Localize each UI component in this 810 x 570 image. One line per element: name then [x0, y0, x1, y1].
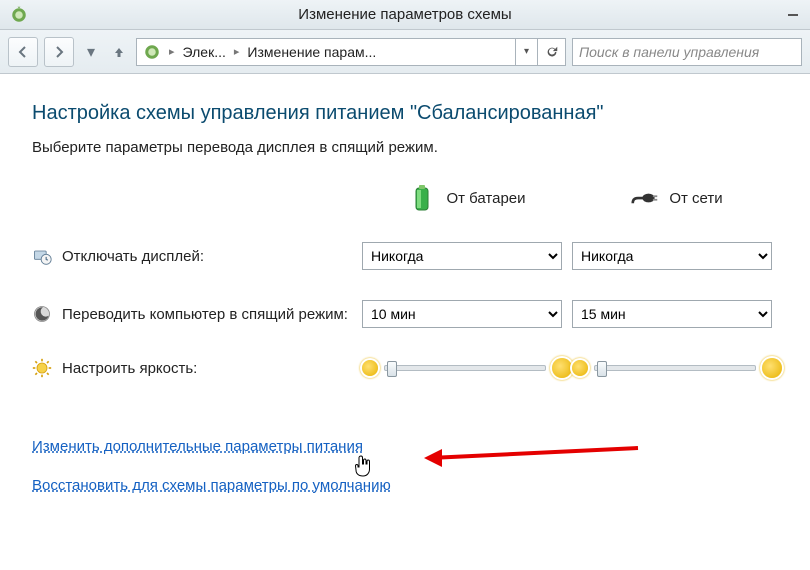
row-brightness-label: Настроить яркость:	[62, 360, 197, 377]
monitor-clock-icon	[32, 246, 52, 266]
power-options-small-icon	[143, 43, 161, 61]
page-title: Настройка схемы управления питанием "Сба…	[32, 102, 778, 125]
search-input[interactable]: Поиск в панели управления	[572, 38, 802, 66]
battery-icon	[408, 184, 436, 212]
forward-button[interactable]	[44, 37, 74, 67]
row-display-off-label: Отключать дисплей:	[62, 248, 204, 265]
row-sleep: Переводить компьютер в спящий режим:	[32, 304, 362, 324]
breadcrumb-seg-2[interactable]: Изменение парам...	[247, 44, 376, 60]
sleep-battery-select[interactable]: 10 мин	[362, 300, 562, 328]
plug-icon	[631, 184, 659, 212]
display-off-plugged-select[interactable]: Никогда	[572, 242, 772, 270]
link-restore-defaults[interactable]: Восстановить для схемы параметры по умол…	[32, 477, 778, 494]
column-header-plugged: От сети	[572, 184, 782, 212]
row-brightness: Настроить яркость:	[32, 358, 362, 378]
address-history-dropdown[interactable]: ▾	[516, 38, 538, 66]
titlebar: Изменение параметров схемы	[0, 0, 810, 30]
moon-icon	[32, 304, 52, 324]
row-display-off: Отключать дисплей:	[32, 246, 362, 266]
recent-dropdown[interactable]: ▾	[80, 39, 102, 65]
col-plugged-label: От сети	[669, 190, 722, 207]
breadcrumb-seg-1[interactable]: Элек...	[183, 44, 226, 60]
breadcrumb-arrow-icon: ▸	[169, 45, 175, 58]
row-sleep-label: Переводить компьютер в спящий режим:	[62, 306, 348, 323]
refresh-button[interactable]	[538, 38, 566, 66]
search-placeholder: Поиск в панели управления	[579, 44, 759, 60]
link-advanced-settings[interactable]: Изменить дополнительные параметры питани…	[32, 438, 778, 455]
brightness-min-icon	[362, 360, 378, 376]
column-header-battery: От батареи	[362, 184, 572, 212]
display-off-battery-select[interactable]: Никогда	[362, 242, 562, 270]
minimize-button[interactable]	[776, 0, 810, 22]
up-button[interactable]	[108, 39, 130, 65]
breadcrumb-arrow-icon: ▸	[234, 45, 240, 58]
nav-toolbar: ▾ ▸ Элек... ▸ Изменение парам... ▾ Поиск…	[0, 30, 810, 74]
brightness-battery-slider[interactable]	[384, 365, 546, 371]
brightness-max-icon	[552, 358, 572, 378]
brightness-max-icon	[762, 358, 782, 378]
content-area: Настройка схемы управления питанием "Сба…	[0, 74, 810, 494]
instruction-text: Выберите параметры перевода дисплея в сп…	[32, 139, 778, 156]
power-options-icon	[10, 6, 28, 24]
sleep-plugged-select[interactable]: 15 мин	[572, 300, 772, 328]
brightness-plugged-slider[interactable]	[594, 365, 756, 371]
address-bar[interactable]: ▸ Элек... ▸ Изменение парам...	[136, 38, 516, 66]
col-battery-label: От батареи	[446, 190, 525, 207]
window-title: Изменение параметров схемы	[0, 6, 810, 23]
back-button[interactable]	[8, 37, 38, 67]
brightness-min-icon	[572, 360, 588, 376]
sun-icon	[32, 358, 52, 378]
